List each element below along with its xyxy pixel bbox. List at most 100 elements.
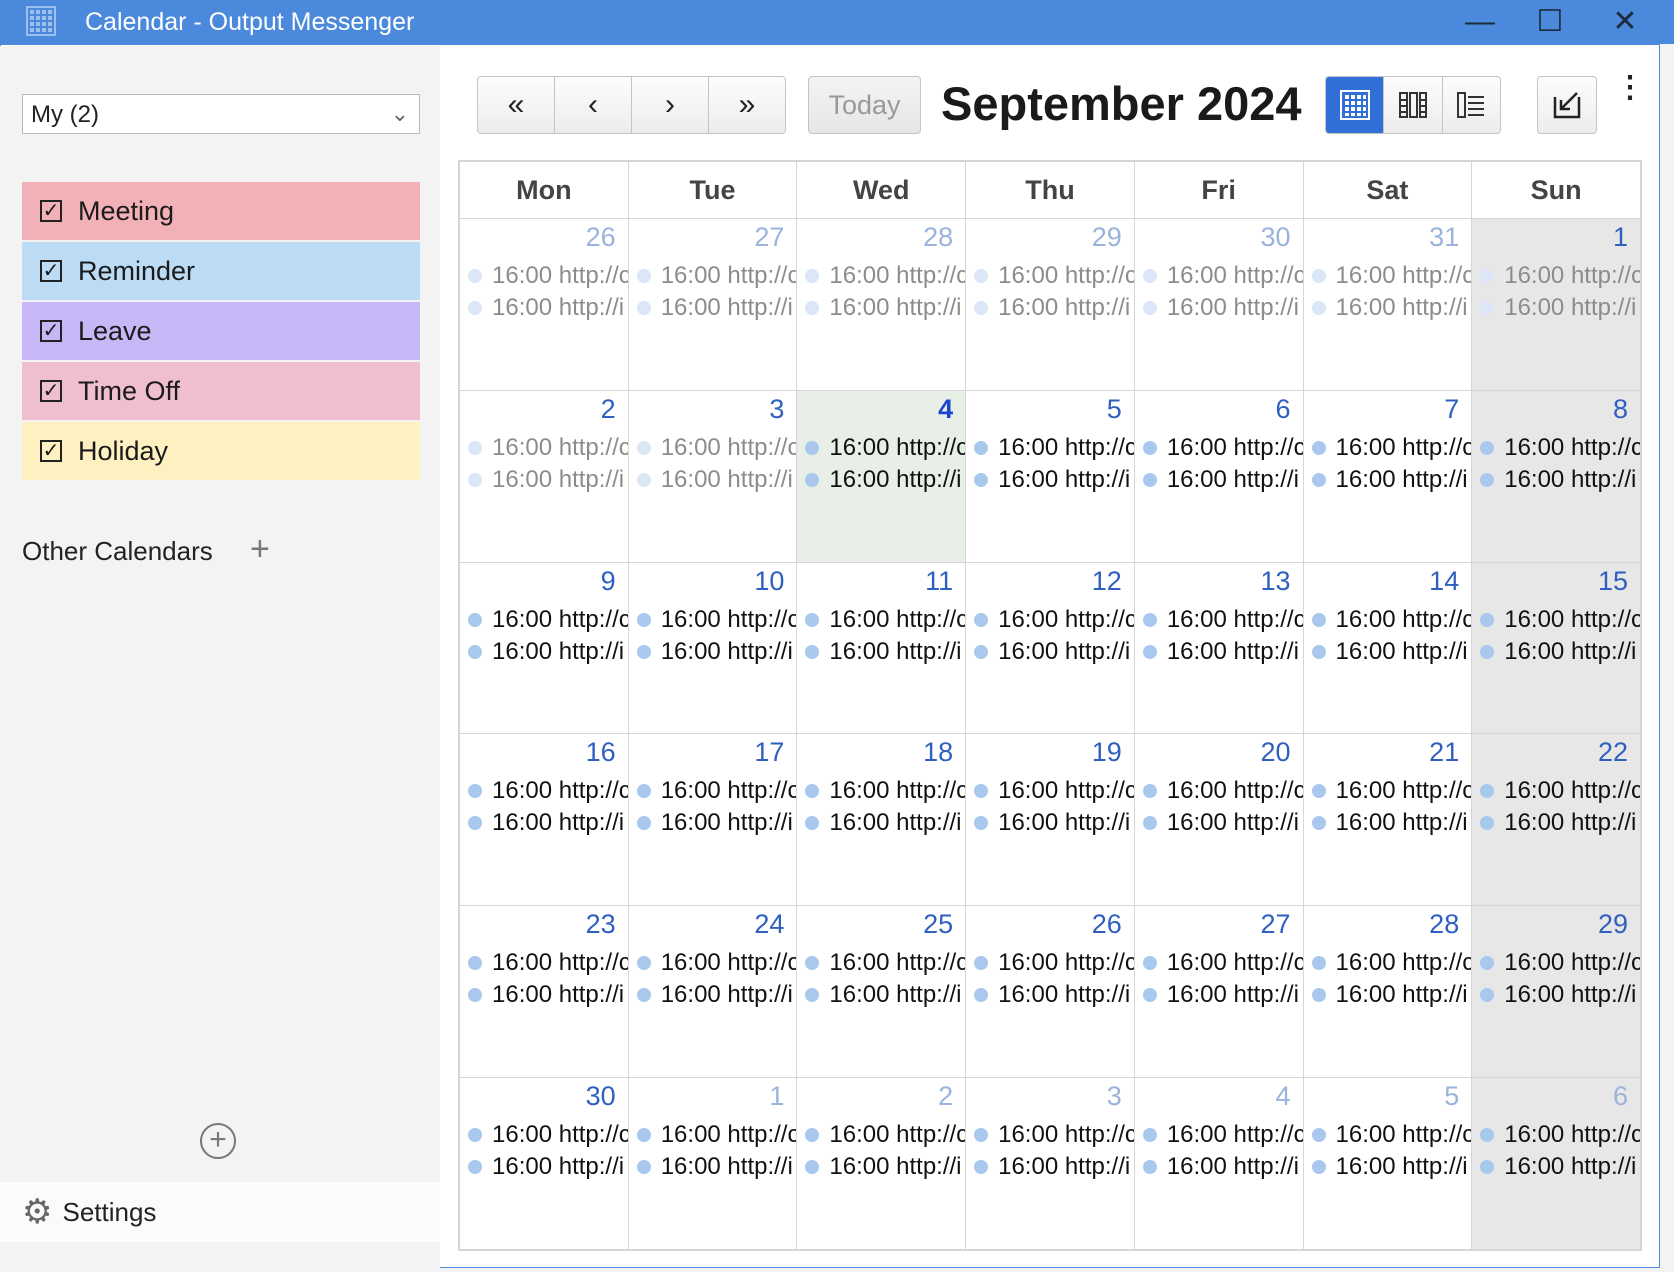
day-cell[interactable]: 18 16:00 http://c 16:00 http://i bbox=[796, 733, 967, 907]
event-item[interactable]: 16:00 http://i bbox=[798, 636, 965, 668]
event-item[interactable]: 16:00 http://c bbox=[1135, 947, 1302, 979]
checkbox-checked-icon[interactable]: ✓ bbox=[40, 380, 62, 402]
event-item[interactable]: 16:00 http://c bbox=[1473, 432, 1640, 464]
event-item[interactable]: 16:00 http://i bbox=[1304, 464, 1471, 496]
day-cell[interactable]: 28 16:00 http://c 16:00 http://i bbox=[1302, 905, 1473, 1079]
day-cell[interactable]: 22 16:00 http://c 16:00 http://i bbox=[1471, 733, 1641, 907]
checkbox-checked-icon[interactable]: ✓ bbox=[40, 320, 62, 342]
day-cell[interactable]: 20 16:00 http://c 16:00 http://i bbox=[1133, 733, 1304, 907]
day-cell[interactable]: 24 16:00 http://c 16:00 http://i bbox=[627, 905, 798, 1079]
event-item[interactable]: 16:00 http://i bbox=[1135, 292, 1302, 324]
event-item[interactable]: 16:00 http://c bbox=[798, 432, 965, 464]
event-item[interactable]: 16:00 http://i bbox=[798, 464, 965, 496]
event-item[interactable]: 16:00 http://c bbox=[460, 432, 627, 464]
day-cell[interactable]: 27 16:00 http://c 16:00 http://i bbox=[627, 218, 798, 391]
event-item[interactable]: 16:00 http://i bbox=[1473, 464, 1640, 496]
event-item[interactable]: 16:00 http://c bbox=[967, 1119, 1133, 1151]
event-item[interactable]: 16:00 http://c bbox=[967, 604, 1133, 636]
day-cell[interactable]: 4 16:00 http://c 16:00 http://i bbox=[796, 389, 967, 563]
event-item[interactable]: 16:00 http://i bbox=[1135, 979, 1302, 1011]
next-year-button[interactable]: » bbox=[709, 77, 785, 133]
event-item[interactable]: 16:00 http://c bbox=[798, 1119, 965, 1151]
month-view-button[interactable] bbox=[1326, 77, 1385, 133]
event-item[interactable]: 16:00 http://i bbox=[1304, 292, 1471, 324]
event-item[interactable]: 16:00 http://i bbox=[629, 636, 796, 668]
event-item[interactable]: 16:00 http://i bbox=[1473, 292, 1640, 324]
event-item[interactable]: 16:00 http://i bbox=[460, 979, 627, 1011]
day-cell[interactable]: 30 16:00 http://c 16:00 http://i bbox=[1133, 218, 1304, 391]
day-cell[interactable]: 19 16:00 http://c 16:00 http://i bbox=[965, 733, 1135, 907]
today-button[interactable]: Today bbox=[808, 76, 921, 134]
day-cell[interactable]: 25 16:00 http://c 16:00 http://i bbox=[796, 905, 967, 1079]
event-item[interactable]: 16:00 http://c bbox=[1135, 1119, 1302, 1151]
day-cell[interactable]: 11 16:00 http://c 16:00 http://i bbox=[796, 561, 967, 735]
event-item[interactable]: 16:00 http://c bbox=[1135, 432, 1302, 464]
day-cell[interactable]: 29 16:00 http://c 16:00 http://i bbox=[965, 218, 1135, 391]
event-item[interactable]: 16:00 http://i bbox=[1304, 979, 1471, 1011]
event-item[interactable]: 16:00 http://c bbox=[798, 604, 965, 636]
event-item[interactable]: 16:00 http://c bbox=[1473, 947, 1640, 979]
event-item[interactable]: 16:00 http://c bbox=[967, 260, 1133, 292]
add-calendar-plus-icon[interactable]: + bbox=[250, 530, 270, 569]
event-item[interactable]: 16:00 http://c bbox=[967, 775, 1133, 807]
event-item[interactable]: 16:00 http://c bbox=[460, 260, 627, 292]
event-item[interactable]: 16:00 http://i bbox=[629, 464, 796, 496]
day-cell[interactable]: 26 16:00 http://c 16:00 http://i bbox=[459, 218, 629, 391]
day-cell[interactable]: 3 16:00 http://c 16:00 http://i bbox=[965, 1077, 1135, 1250]
next-month-button[interactable]: › bbox=[632, 77, 709, 133]
previous-month-button[interactable]: ‹ bbox=[555, 77, 632, 133]
event-item[interactable]: 16:00 http://i bbox=[1304, 636, 1471, 668]
event-item[interactable]: 16:00 http://c bbox=[1304, 432, 1471, 464]
day-cell[interactable]: 27 16:00 http://c 16:00 http://i bbox=[1133, 905, 1304, 1079]
day-cell[interactable]: 3 16:00 http://c 16:00 http://i bbox=[627, 389, 798, 563]
event-item[interactable]: 16:00 http://i bbox=[967, 464, 1134, 496]
event-item[interactable]: 16:00 http://i bbox=[460, 464, 627, 496]
category-time-off[interactable]: ✓ Time Off bbox=[22, 362, 420, 420]
event-item[interactable]: 16:00 http://c bbox=[1304, 947, 1471, 979]
day-cell[interactable]: 13 16:00 http://c 16:00 http://i bbox=[1133, 561, 1304, 735]
day-cell[interactable]: 16 16:00 http://c 16:00 http://i bbox=[459, 733, 629, 907]
event-item[interactable]: 16:00 http://c bbox=[460, 1119, 627, 1151]
event-item[interactable]: 16:00 http://c bbox=[798, 260, 965, 292]
event-item[interactable]: 16:00 http://c bbox=[1135, 260, 1302, 292]
event-item[interactable]: 16:00 http://i bbox=[967, 807, 1134, 839]
category-meeting[interactable]: ✓ Meeting bbox=[22, 182, 420, 240]
day-cell[interactable]: 6 16:00 http://c 16:00 http://i bbox=[1133, 389, 1304, 563]
event-item[interactable]: 16:00 http://c bbox=[629, 775, 796, 807]
day-cell[interactable]: 12 16:00 http://c 16:00 http://i bbox=[965, 561, 1135, 735]
category-reminder[interactable]: ✓ Reminder bbox=[22, 242, 420, 300]
event-item[interactable]: 16:00 http://i bbox=[629, 807, 796, 839]
maximize-icon[interactable]: ☐ bbox=[1515, 0, 1585, 44]
event-item[interactable]: 16:00 http://c bbox=[460, 947, 627, 979]
event-item[interactable]: 16:00 http://i bbox=[798, 1151, 965, 1183]
event-item[interactable]: 16:00 http://i bbox=[967, 1151, 1134, 1183]
event-item[interactable]: 16:00 http://i bbox=[1473, 979, 1640, 1011]
event-item[interactable]: 16:00 http://i bbox=[1135, 464, 1302, 496]
previous-year-button[interactable]: « bbox=[478, 77, 555, 133]
event-item[interactable]: 16:00 http://i bbox=[460, 292, 627, 324]
event-item[interactable]: 16:00 http://i bbox=[1473, 636, 1640, 668]
event-item[interactable]: 16:00 http://i bbox=[629, 979, 796, 1011]
day-cell[interactable]: 7 16:00 http://c 16:00 http://i bbox=[1302, 389, 1473, 563]
day-cell[interactable]: 15 16:00 http://c 16:00 http://i bbox=[1471, 561, 1641, 735]
event-item[interactable]: 16:00 http://c bbox=[460, 775, 627, 807]
event-item[interactable]: 16:00 http://c bbox=[629, 260, 796, 292]
event-item[interactable]: 16:00 http://c bbox=[1304, 1119, 1471, 1151]
day-cell[interactable]: 31 16:00 http://c 16:00 http://i bbox=[1302, 218, 1473, 391]
export-button[interactable] bbox=[1537, 76, 1597, 134]
settings-button[interactable]: ⚙ Settings bbox=[0, 1182, 440, 1242]
event-item[interactable]: 16:00 http://i bbox=[1304, 1151, 1471, 1183]
checkbox-checked-icon[interactable]: ✓ bbox=[40, 200, 62, 222]
day-cell[interactable]: 1 16:00 http://c 16:00 http://i bbox=[627, 1077, 798, 1250]
event-item[interactable]: 16:00 http://c bbox=[1304, 260, 1471, 292]
event-item[interactable]: 16:00 http://c bbox=[1473, 775, 1640, 807]
event-item[interactable]: 16:00 http://c bbox=[967, 432, 1133, 464]
event-item[interactable]: 16:00 http://i bbox=[798, 979, 965, 1011]
event-item[interactable]: 16:00 http://i bbox=[1473, 1151, 1640, 1183]
day-cell[interactable]: 5 16:00 http://c 16:00 http://i bbox=[965, 389, 1135, 563]
event-item[interactable]: 16:00 http://c bbox=[1304, 604, 1471, 636]
event-item[interactable]: 16:00 http://i bbox=[967, 636, 1134, 668]
day-cell[interactable]: 2 16:00 http://c 16:00 http://i bbox=[459, 389, 629, 563]
event-item[interactable]: 16:00 http://c bbox=[629, 947, 796, 979]
event-item[interactable]: 16:00 http://c bbox=[629, 604, 796, 636]
